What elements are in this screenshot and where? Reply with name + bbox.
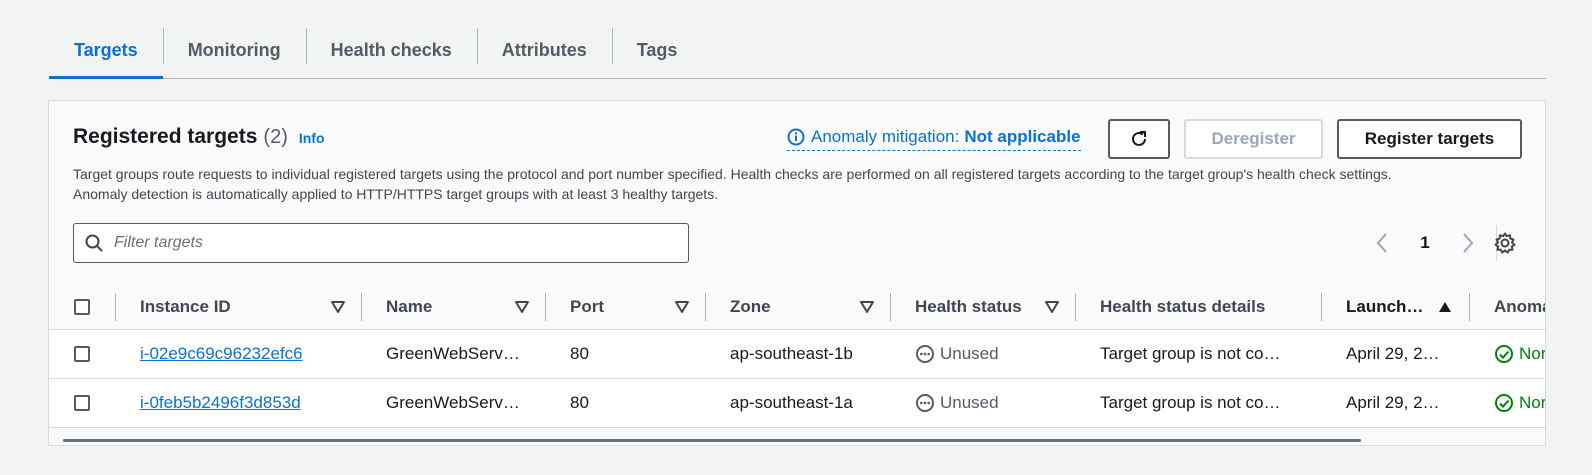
tab-label: Health checks [330,39,452,60]
health-status-cell: Unused [915,379,999,427]
table-row[interactable]: i-0feb5b2496f3d853d GreenWebServ… 80 ap-… [49,379,1546,428]
panel-description: Target groups route requests to individu… [73,164,1523,204]
port-cell: 80 [570,393,589,412]
anomaly-label: Anomaly mitigation: [811,126,960,146]
current-page[interactable]: 1 [1410,233,1440,253]
column-header-port[interactable]: Port [570,284,604,329]
pagination: 1 [1374,225,1497,261]
row-checkbox[interactable] [74,395,90,411]
target-count: (2) [263,126,288,148]
health-status-text: Unused [940,393,999,412]
filter-icon[interactable] [331,301,345,313]
tab-attributes[interactable]: Attributes [476,22,612,78]
health-status-badge: Unused [915,344,999,364]
anomaly-status: Nor [1494,393,1546,413]
table-header-row: Instance ID Name Port Zone Health status… [49,284,1545,330]
info-icon [787,128,805,145]
table-row[interactable]: i-02e9c69c96232efc6 GreenWebServ… 80 ap-… [49,330,1546,379]
column-divider [115,293,116,321]
column-divider[interactable] [890,293,891,321]
column-divider[interactable] [1075,293,1076,321]
tab-tags[interactable]: Tags [611,22,703,78]
anomaly-cell: Nor [1494,330,1546,378]
panel-header: Registered targets (2) Info [73,125,325,149]
instance-id-link[interactable]: i-0feb5b2496f3d853d [140,393,301,413]
health-status-badge: Unused [915,393,999,413]
column-divider[interactable] [1321,293,1322,321]
targets-table: Instance ID Name Port Zone Health status… [49,284,1546,428]
tab-label: Tags [636,39,678,60]
anomaly-mitigation-link[interactable]: Anomaly mitigation: Not applicable [787,123,1081,151]
filter-icon[interactable] [1045,301,1059,313]
column-header-launch[interactable]: Launch… [1346,284,1423,329]
check-circle-icon [1495,394,1513,412]
name-cell: GreenWebServ… [386,393,520,412]
panel-title: Registered targets [73,125,258,148]
tab-label: Monitoring [187,39,281,60]
health-details-cell: Target group is not co… [1100,344,1281,363]
filter-targets-input[interactable] [114,234,674,252]
instance-id-cell: i-02e9c69c96232efc6 [140,330,303,378]
anomaly-status: Nor [1494,344,1546,364]
tab-bar: Targets Monitoring Health checks Attribu… [49,22,1546,79]
column-header-anomaly[interactable]: Anoma [1494,284,1545,329]
column-header-zone[interactable]: Zone [730,284,771,329]
health-status-text: Unused [940,344,999,363]
description-line: Anomaly detection is automatically appli… [73,186,719,202]
registered-targets-panel: Registered targets (2) Info Anomaly miti… [48,100,1546,446]
tab-label: Targets [74,39,138,60]
refresh-button[interactable] [1108,119,1170,159]
row-checkbox[interactable] [74,346,90,362]
unused-status-icon [916,345,934,363]
column-divider[interactable] [705,293,706,321]
tab-health-checks[interactable]: Health checks [305,22,477,78]
tab-monitoring[interactable]: Monitoring [162,22,306,78]
row-select-cell [74,330,90,378]
gear-icon[interactable] [1493,231,1517,255]
search-icon [85,234,103,252]
launch-cell: April 29, 2… [1346,344,1440,363]
anomaly-cell: Nor [1494,379,1546,427]
register-targets-button[interactable]: Register targets [1337,119,1522,159]
info-link[interactable]: Info [299,130,325,146]
column-divider[interactable] [361,293,362,321]
column-header-name[interactable]: Name [386,284,432,329]
filter-icon[interactable] [515,301,529,313]
column-divider[interactable] [545,293,546,321]
anomaly-status-text: Nor [1519,344,1546,363]
filter-icon[interactable] [860,301,874,313]
anomaly-value: Not applicable [964,126,1081,146]
unused-status-icon [916,394,934,412]
chevron-left-icon[interactable] [1374,231,1390,255]
name-cell: GreenWebServ… [386,344,520,363]
instance-id-link[interactable]: i-02e9c69c96232efc6 [140,344,303,364]
port-cell: 80 [570,344,589,363]
column-header-instance-id[interactable]: Instance ID [140,284,231,329]
refresh-icon [1132,131,1146,146]
description-line: Target groups route requests to individu… [73,166,1392,182]
anomaly-status-text: Nor [1519,393,1546,412]
column-divider[interactable] [1469,293,1470,321]
row-select-cell [74,379,90,427]
filter-icon[interactable] [675,301,689,313]
instance-id-cell: i-0feb5b2496f3d853d [140,379,301,427]
zone-cell: ap-southeast-1b [730,344,853,363]
tab-targets[interactable]: Targets [49,22,163,79]
horizontal-scrollbar[interactable] [63,439,1361,442]
select-all-cell [74,284,90,329]
launch-cell: April 29, 2… [1346,393,1440,412]
chevron-right-icon[interactable] [1460,231,1476,255]
sort-ascending-icon[interactable] [1438,301,1452,313]
select-all-checkbox[interactable] [74,298,90,315]
health-status-cell: Unused [915,330,999,378]
column-header-health-status-details[interactable]: Health status details [1100,284,1265,329]
column-header-health-status[interactable]: Health status [915,284,1022,329]
health-details-cell: Target group is not co… [1100,393,1281,412]
check-circle-icon [1495,345,1513,363]
deregister-button[interactable]: Deregister [1184,119,1323,159]
filter-targets-field[interactable] [73,223,689,263]
zone-cell: ap-southeast-1a [730,393,853,412]
tab-label: Attributes [501,39,587,60]
